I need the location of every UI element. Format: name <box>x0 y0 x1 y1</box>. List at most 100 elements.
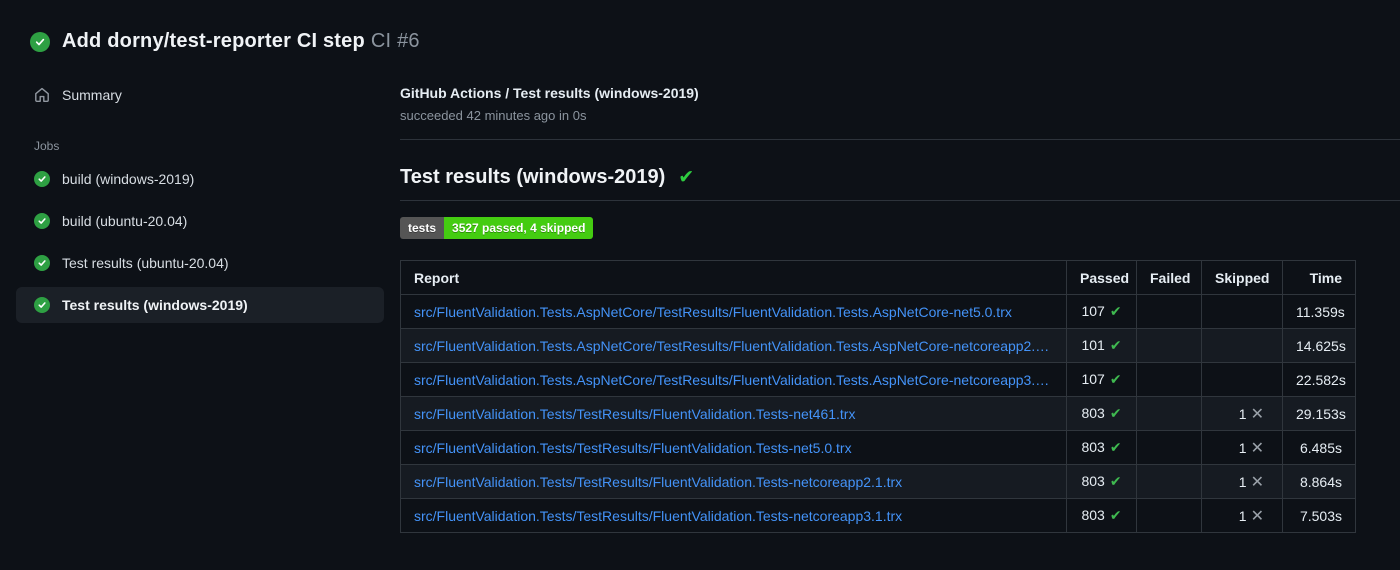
skipped-cell: 1 ✕ <box>1201 498 1283 533</box>
jobs-list: build (windows-2019) build (ubuntu-20.04)… <box>0 161 400 323</box>
passed-cell: 803 ✔ <box>1066 430 1137 465</box>
table-row: src/FluentValidation.Tests/TestResults/F… <box>400 430 1356 465</box>
sidebar-job-item-0[interactable]: build (windows-2019) <box>16 161 384 197</box>
passed-count: 107 <box>1081 303 1105 319</box>
sidebar-job-item-1[interactable]: build (ubuntu-20.04) <box>16 203 384 239</box>
time-cell: 7.503s <box>1282 498 1356 533</box>
sidebar: Summary Jobs build (windows-2019) build (… <box>0 71 400 323</box>
passed-count: 803 <box>1081 473 1105 489</box>
column-header-time: Time <box>1282 260 1356 295</box>
skipped-x-icon: ✕ <box>1250 507 1264 525</box>
badge-value: 3527 passed, 4 skipped <box>444 217 594 239</box>
divider <box>400 200 1400 201</box>
tests-badge: tests 3527 passed, 4 skipped <box>400 217 594 239</box>
passed-cell: 803 ✔ <box>1066 464 1137 499</box>
skipped-count: 1 <box>1238 473 1247 490</box>
table-row: src/FluentValidation.Tests/TestResults/F… <box>400 498 1356 533</box>
content-layout: Summary Jobs build (windows-2019) build (… <box>0 71 1400 533</box>
run-success-check-icon <box>30 31 50 52</box>
report-cell: src/FluentValidation.Tests/TestResults/F… <box>400 430 1067 465</box>
job-success-check-icon <box>34 255 50 271</box>
report-cell: src/FluentValidation.Tests.AspNetCore/Te… <box>400 328 1067 363</box>
passed-count: 107 <box>1081 371 1105 387</box>
time-cell: 8.864s <box>1282 464 1356 499</box>
table-row: src/FluentValidation.Tests.AspNetCore/Te… <box>400 294 1356 329</box>
skipped-count: 1 <box>1238 439 1247 456</box>
run-header: Add dorny/test-reporter CI step CI #6 <box>0 0 1400 71</box>
time-cell: 6.485s <box>1282 430 1356 465</box>
section-success-check-icon: ✔ <box>678 167 695 188</box>
column-header-skipped: Skipped <box>1201 260 1283 295</box>
skipped-x-icon: ✕ <box>1250 439 1264 457</box>
passed-cell: 101 ✔ <box>1066 328 1137 363</box>
failed-cell <box>1136 430 1202 465</box>
passed-cell: 107 ✔ <box>1066 362 1137 397</box>
table-row: src/FluentValidation.Tests/TestResults/F… <box>400 396 1356 431</box>
table-row: src/FluentValidation.Tests.AspNetCore/Te… <box>400 328 1356 363</box>
passed-cell: 107 ✔ <box>1066 294 1137 329</box>
time-cell: 29.153s <box>1282 396 1356 431</box>
report-link[interactable]: src/FluentValidation.Tests.AspNetCore/Te… <box>414 304 1053 320</box>
sidebar-job-item-2[interactable]: Test results (ubuntu-20.04) <box>16 245 384 281</box>
passed-count: 101 <box>1081 337 1105 353</box>
section-title-text: Test results (windows-2019) <box>400 166 666 188</box>
skipped-x-icon: ✕ <box>1250 405 1264 423</box>
passed-check-icon: ✔ <box>1109 473 1122 489</box>
run-number: CI #6 <box>370 30 420 52</box>
skipped-cell <box>1201 362 1283 397</box>
report-cell: src/FluentValidation.Tests.AspNetCore/Te… <box>400 362 1067 397</box>
report-cell: src/FluentValidation.Tests.AspNetCore/Te… <box>400 294 1067 329</box>
sidebar-summary-label: Summary <box>62 87 122 103</box>
main-panel: GitHub Actions / Test results (windows-2… <box>400 71 1400 533</box>
job-success-check-icon <box>34 171 50 187</box>
skipped-cell: 1 ✕ <box>1201 464 1283 499</box>
job-label: Test results (ubuntu-20.04) <box>62 255 229 271</box>
passed-check-icon: ✔ <box>1109 507 1122 523</box>
failed-cell <box>1136 464 1202 499</box>
report-cell: src/FluentValidation.Tests/TestResults/F… <box>400 464 1067 499</box>
sidebar-job-item-3[interactable]: Test results (windows-2019) <box>16 287 384 323</box>
time-cell: 22.582s <box>1282 362 1356 397</box>
passed-check-icon: ✔ <box>1109 337 1122 353</box>
skipped-x-icon: ✕ <box>1250 473 1264 491</box>
report-cell: src/FluentValidation.Tests/TestResults/F… <box>400 396 1067 431</box>
skipped-count: 1 <box>1238 507 1247 524</box>
sidebar-item-summary[interactable]: Summary <box>16 77 384 113</box>
report-link[interactable]: src/FluentValidation.Tests/TestResults/F… <box>414 508 1053 524</box>
report-link[interactable]: src/FluentValidation.Tests/TestResults/F… <box>414 474 1053 490</box>
skipped-cell: 1 ✕ <box>1201 430 1283 465</box>
failed-cell <box>1136 362 1202 397</box>
passed-check-icon: ✔ <box>1109 439 1122 455</box>
skipped-cell <box>1201 328 1283 363</box>
column-header-failed: Failed <box>1136 260 1202 295</box>
report-link[interactable]: src/FluentValidation.Tests.AspNetCore/Te… <box>414 338 1053 354</box>
report-link[interactable]: src/FluentValidation.Tests/TestResults/F… <box>414 406 1053 422</box>
passed-cell: 803 ✔ <box>1066 396 1137 431</box>
failed-cell <box>1136 328 1202 363</box>
home-icon <box>34 87 50 103</box>
job-success-check-icon <box>34 297 50 313</box>
column-header-passed: Passed <box>1066 260 1137 295</box>
job-label: Test results (windows-2019) <box>62 297 248 313</box>
table-row: src/FluentValidation.Tests.AspNetCore/Te… <box>400 362 1356 397</box>
passed-check-icon: ✔ <box>1109 371 1122 387</box>
passed-check-icon: ✔ <box>1109 405 1122 421</box>
table-header-row: Report Passed Failed Skipped Time <box>400 260 1356 295</box>
report-cell: src/FluentValidation.Tests/TestResults/F… <box>400 498 1067 533</box>
report-link[interactable]: src/FluentValidation.Tests/TestResults/F… <box>414 440 1053 456</box>
failed-cell <box>1136 294 1202 329</box>
section-title: Test results (windows-2019) ✔ <box>400 166 1400 189</box>
test-results-table: Report Passed Failed Skipped Time src/Fluent… <box>400 260 1356 533</box>
job-success-check-icon <box>34 213 50 229</box>
column-header-report: Report <box>400 260 1067 295</box>
job-label: build (windows-2019) <box>62 171 195 187</box>
table-body: src/FluentValidation.Tests.AspNetCore/Te… <box>400 294 1356 533</box>
passed-cell: 803 ✔ <box>1066 498 1137 533</box>
jobs-section-label: Jobs <box>34 139 60 153</box>
check-run-breadcrumb: GitHub Actions / Test results (windows-2… <box>400 85 699 101</box>
time-cell: 14.625s <box>1282 328 1356 363</box>
workflow-run-page: Add dorny/test-reporter CI step CI #6 Sum… <box>0 0 1400 533</box>
report-link[interactable]: src/FluentValidation.Tests.AspNetCore/Te… <box>414 372 1053 388</box>
job-label: build (ubuntu-20.04) <box>62 213 188 229</box>
table-row: src/FluentValidation.Tests/TestResults/F… <box>400 464 1356 499</box>
